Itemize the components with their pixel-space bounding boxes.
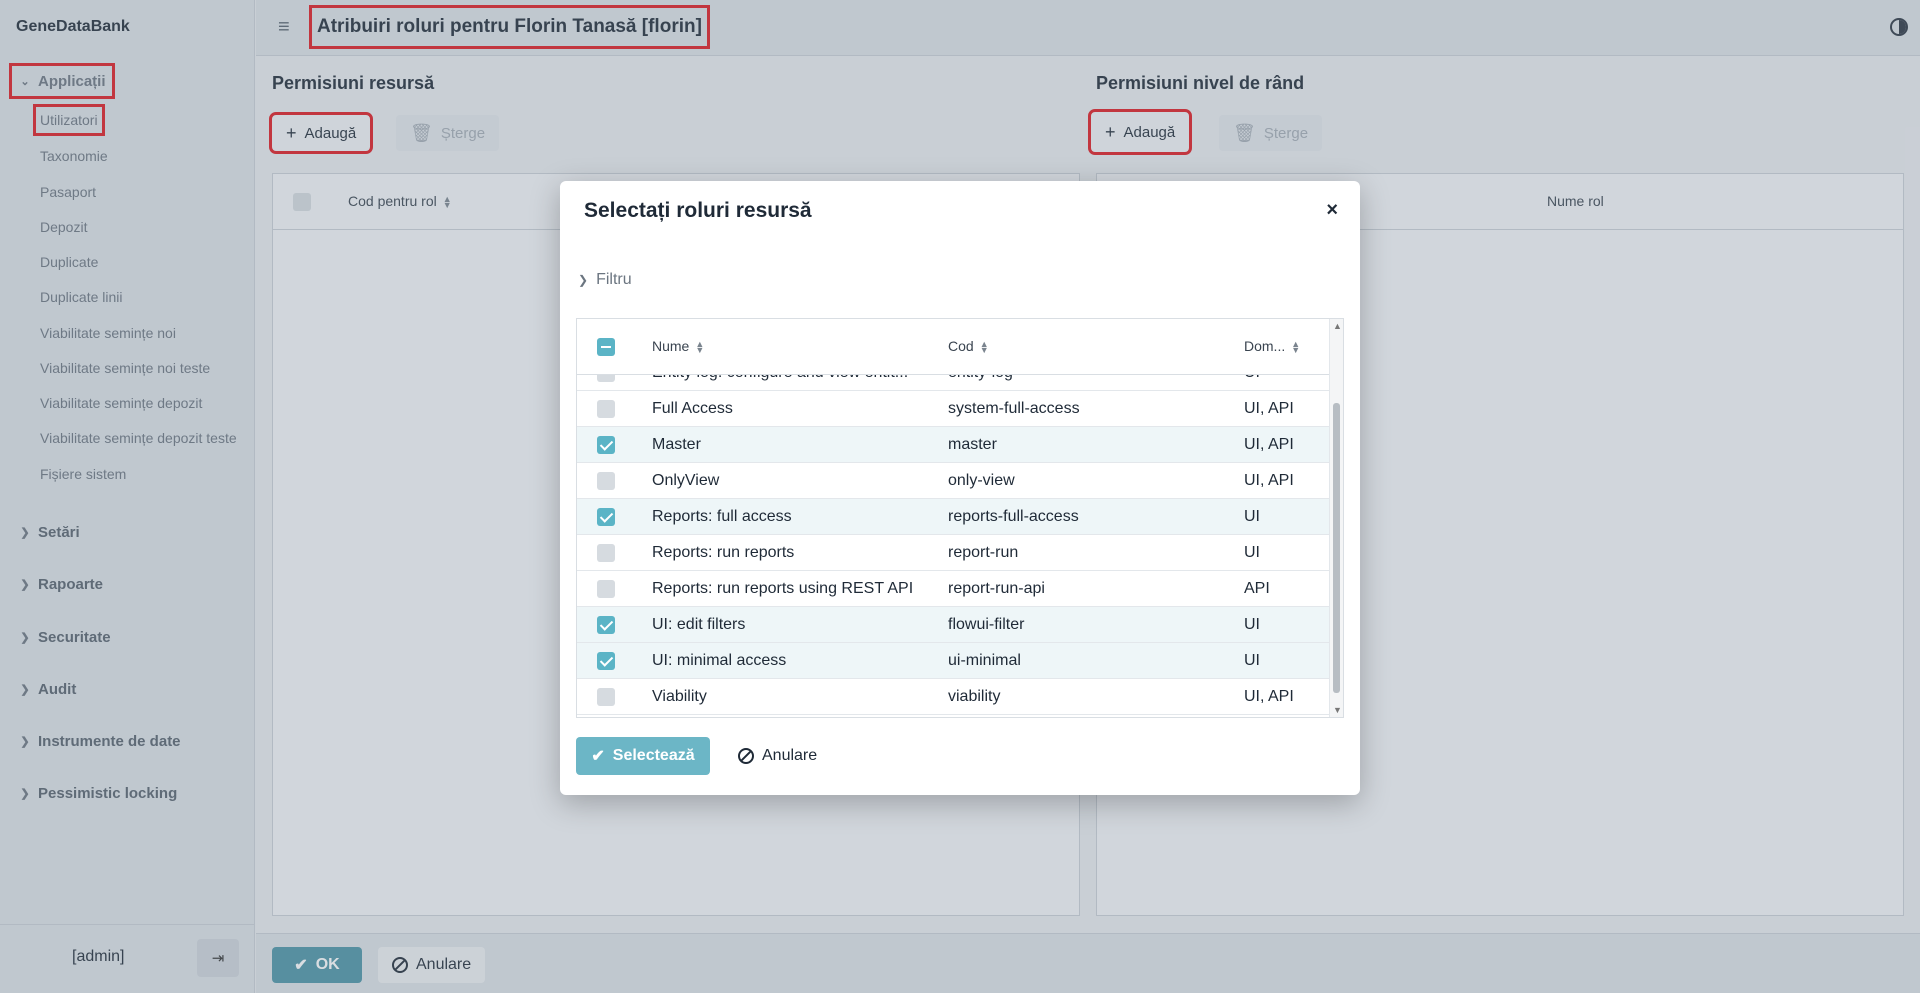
cancel-label: Anulare: [762, 747, 818, 764]
cell-name: UI: minimal access: [652, 652, 787, 669]
roles-table: Nume▲▼ Cod▲▼ Dom...▲▼ Entity log: config…: [576, 318, 1344, 718]
column-label: Nume: [652, 338, 690, 354]
table-row[interactable]: UI: edit filters flowui-filter UI: [577, 607, 1329, 643]
row-checkbox[interactable]: [597, 472, 615, 490]
table-header: Nume ▲ ▼ Cod ▲ ▼ Dom... ▲ ▼: [577, 319, 1329, 375]
cell-code: only-view: [948, 472, 1015, 489]
table-row[interactable]: Entity log: configure and view entit... e…: [577, 375, 1329, 391]
cell-domain: UI, API: [1244, 436, 1294, 453]
close-icon[interactable]: ×: [1326, 199, 1338, 222]
row-checkbox[interactable]: [597, 652, 615, 670]
cell-code: report-run: [948, 544, 1019, 561]
select-button[interactable]: ✔ Selectează: [576, 737, 710, 775]
cell-name: Master: [652, 436, 701, 453]
cell-code: viability: [948, 688, 1001, 705]
table-row[interactable]: UI: minimal access ui-minimal UI: [577, 643, 1329, 679]
row-checkbox[interactable]: [597, 616, 615, 634]
column-header-name[interactable]: Nume ▲ ▼: [652, 338, 705, 356]
table-row[interactable]: Reports: full access reports-full-access U…: [577, 499, 1329, 535]
ban-icon: [738, 748, 754, 764]
sort-icon: ▲ ▼: [979, 339, 989, 356]
cell-name: Reports: full access: [652, 508, 792, 525]
filter-toggle[interactable]: ❯ Filtru: [578, 271, 632, 289]
row-checkbox[interactable]: [597, 375, 615, 382]
table-row[interactable]: Full Access system-full-access UI, API: [577, 391, 1329, 427]
cell-domain: UI, API: [1244, 400, 1294, 417]
cell-name: Entity log: configure and view entit...: [652, 375, 922, 382]
column-header-code[interactable]: Cod ▲ ▼: [948, 338, 989, 356]
column-label: Dom...: [1244, 338, 1286, 354]
row-checkbox[interactable]: [597, 544, 615, 562]
scroll-thumb[interactable]: [1333, 403, 1340, 693]
cell-name: Viability: [652, 688, 707, 705]
row-checkbox[interactable]: [597, 688, 615, 706]
cell-code: ui-minimal: [948, 652, 1021, 669]
cell-code: report-run-api: [948, 580, 1045, 597]
table-row[interactable]: Reports: run reports report-run UI: [577, 535, 1329, 571]
scroll-down-icon[interactable]: ▼: [1333, 705, 1342, 715]
row-checkbox[interactable]: [597, 436, 615, 454]
chevron-right-icon: ❯: [578, 273, 589, 287]
cell-name: Full Access: [652, 400, 733, 417]
row-checkbox[interactable]: [597, 400, 615, 418]
cell-domain: UI, API: [1244, 472, 1294, 489]
cell-code: flowui-filter: [948, 616, 1025, 633]
table-row[interactable]: Viability viability UI, API: [577, 679, 1329, 715]
sort-icon: ▲ ▼: [695, 339, 705, 356]
filter-label: Filtru: [596, 271, 632, 288]
dialog-cancel-button[interactable]: Anulare: [730, 737, 825, 775]
column-label: Cod: [948, 338, 974, 354]
cell-code: reports-full-access: [948, 508, 1079, 525]
table-scrollbar[interactable]: ▲ ▼: [1329, 319, 1343, 717]
column-header-domain[interactable]: Dom... ▲ ▼: [1244, 338, 1301, 356]
cell-domain: UI, API: [1244, 688, 1294, 705]
table-row[interactable]: Master master UI, API: [577, 427, 1329, 463]
cell-domain: UI: [1244, 652, 1260, 669]
table-body: Entity log: configure and view entit... e…: [577, 375, 1329, 717]
cell-name: Reports: run reports: [652, 544, 795, 561]
sort-icon: ▲ ▼: [1291, 339, 1301, 356]
select-all-checkbox[interactable]: [597, 338, 615, 356]
cell-name: UI: edit filters: [652, 616, 746, 633]
check-icon: ✔: [591, 748, 605, 765]
cell-domain: UI: [1244, 508, 1260, 525]
scroll-up-icon[interactable]: ▲: [1333, 321, 1342, 331]
row-checkbox[interactable]: [597, 580, 615, 598]
cell-name: OnlyView: [652, 472, 720, 489]
table-row[interactable]: Reports: run reports using REST API repor…: [577, 571, 1329, 607]
cell-code: entity-log: [948, 375, 1228, 382]
cell-code: master: [948, 436, 997, 453]
row-checkbox[interactable]: [597, 508, 615, 526]
cell-code: system-full-access: [948, 400, 1080, 417]
select-resource-roles-dialog: Selectați roluri resursă × ❯ Filtru Nume…: [560, 181, 1360, 795]
cell-domain: UI: [1244, 544, 1260, 561]
cell-domain: UI: [1244, 375, 1324, 382]
table-row[interactable]: OnlyView only-view UI, API: [577, 463, 1329, 499]
cell-domain: API: [1244, 580, 1270, 597]
select-label: Selectează: [612, 747, 695, 764]
dialog-title: Selectați roluri resursă: [584, 199, 812, 222]
cell-domain: UI: [1244, 616, 1260, 633]
cell-name: Reports: run reports using REST API: [652, 580, 914, 597]
